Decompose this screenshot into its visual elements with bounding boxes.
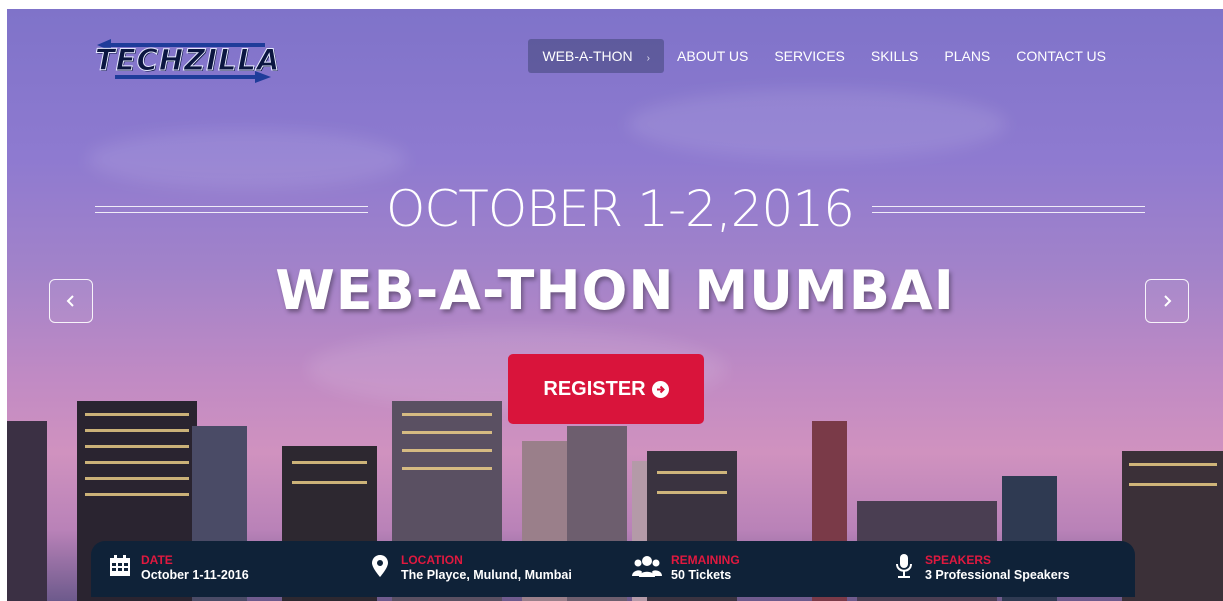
carousel-prev-button[interactable]: [49, 279, 93, 323]
nav-item-plans[interactable]: PLANS: [931, 39, 1003, 73]
dropdown-caret-icon: ›: [646, 53, 651, 64]
info-speakers: SPEAKERS 3 Professional Speakers: [891, 553, 1070, 583]
nav-item-services[interactable]: SERVICES: [761, 39, 858, 73]
event-date-row: OCTOBER 1-2,2016: [95, 179, 1145, 239]
main-nav: WEB-A-THON › ABOUT US SERVICES SKILLS PLA…: [528, 39, 1119, 73]
info-speakers-value: 3 Professional Speakers: [925, 568, 1070, 582]
info-date-label: DATE: [141, 553, 173, 567]
carousel-next-button[interactable]: [1145, 279, 1189, 323]
cloud: [627, 89, 1007, 159]
divider-left: [95, 205, 369, 213]
techzilla-logo[interactable]: TECHZILLA: [94, 37, 280, 83]
register-label: REGISTER: [543, 377, 646, 400]
users-icon: [631, 553, 663, 579]
nav-item-skills[interactable]: SKILLS: [858, 39, 931, 73]
info-remaining-value: 50 Tickets: [671, 568, 732, 582]
nav-item-web-a-thon[interactable]: WEB-A-THON ›: [528, 39, 665, 73]
nav-item-about-us[interactable]: ABOUT US: [664, 39, 761, 73]
event-info-bar: DATE October 1-11-2016 LOCATION The Play…: [91, 541, 1135, 597]
chevron-left-icon: [66, 295, 74, 307]
calendar-icon: [107, 553, 133, 579]
info-location-label: LOCATION: [401, 553, 463, 567]
hero-banner: TECHZILLA WEB-A-THON › ABOUT US SERVICES …: [7, 9, 1223, 601]
divider-right: [871, 205, 1145, 213]
nav-item-contact-us[interactable]: CONTACT US: [1003, 39, 1119, 73]
arrow-circle-right-icon: [651, 380, 669, 398]
nav-item-label: WEB-A-THON: [542, 48, 633, 64]
info-date-value: October 1-11-2016: [141, 568, 249, 582]
microphone-icon: [891, 553, 917, 579]
event-date: OCTOBER 1-2,2016: [386, 180, 855, 238]
info-location-value: The Playce, Mulund, Mumbai: [401, 568, 572, 582]
info-remaining: REMAINING 50 Tickets: [631, 553, 740, 583]
event-title: WEB-A-THON MUMBAI: [275, 259, 955, 322]
register-button[interactable]: REGISTER: [508, 354, 704, 424]
logo-text: TECHZILLA: [94, 43, 281, 78]
map-marker-icon: [367, 553, 393, 579]
info-date: DATE October 1-11-2016: [107, 553, 249, 583]
info-location: LOCATION The Playce, Mulund, Mumbai: [367, 553, 572, 583]
chevron-right-icon: [1164, 295, 1172, 307]
info-remaining-label: REMAINING: [671, 553, 740, 567]
info-speakers-label: SPEAKERS: [925, 553, 992, 567]
